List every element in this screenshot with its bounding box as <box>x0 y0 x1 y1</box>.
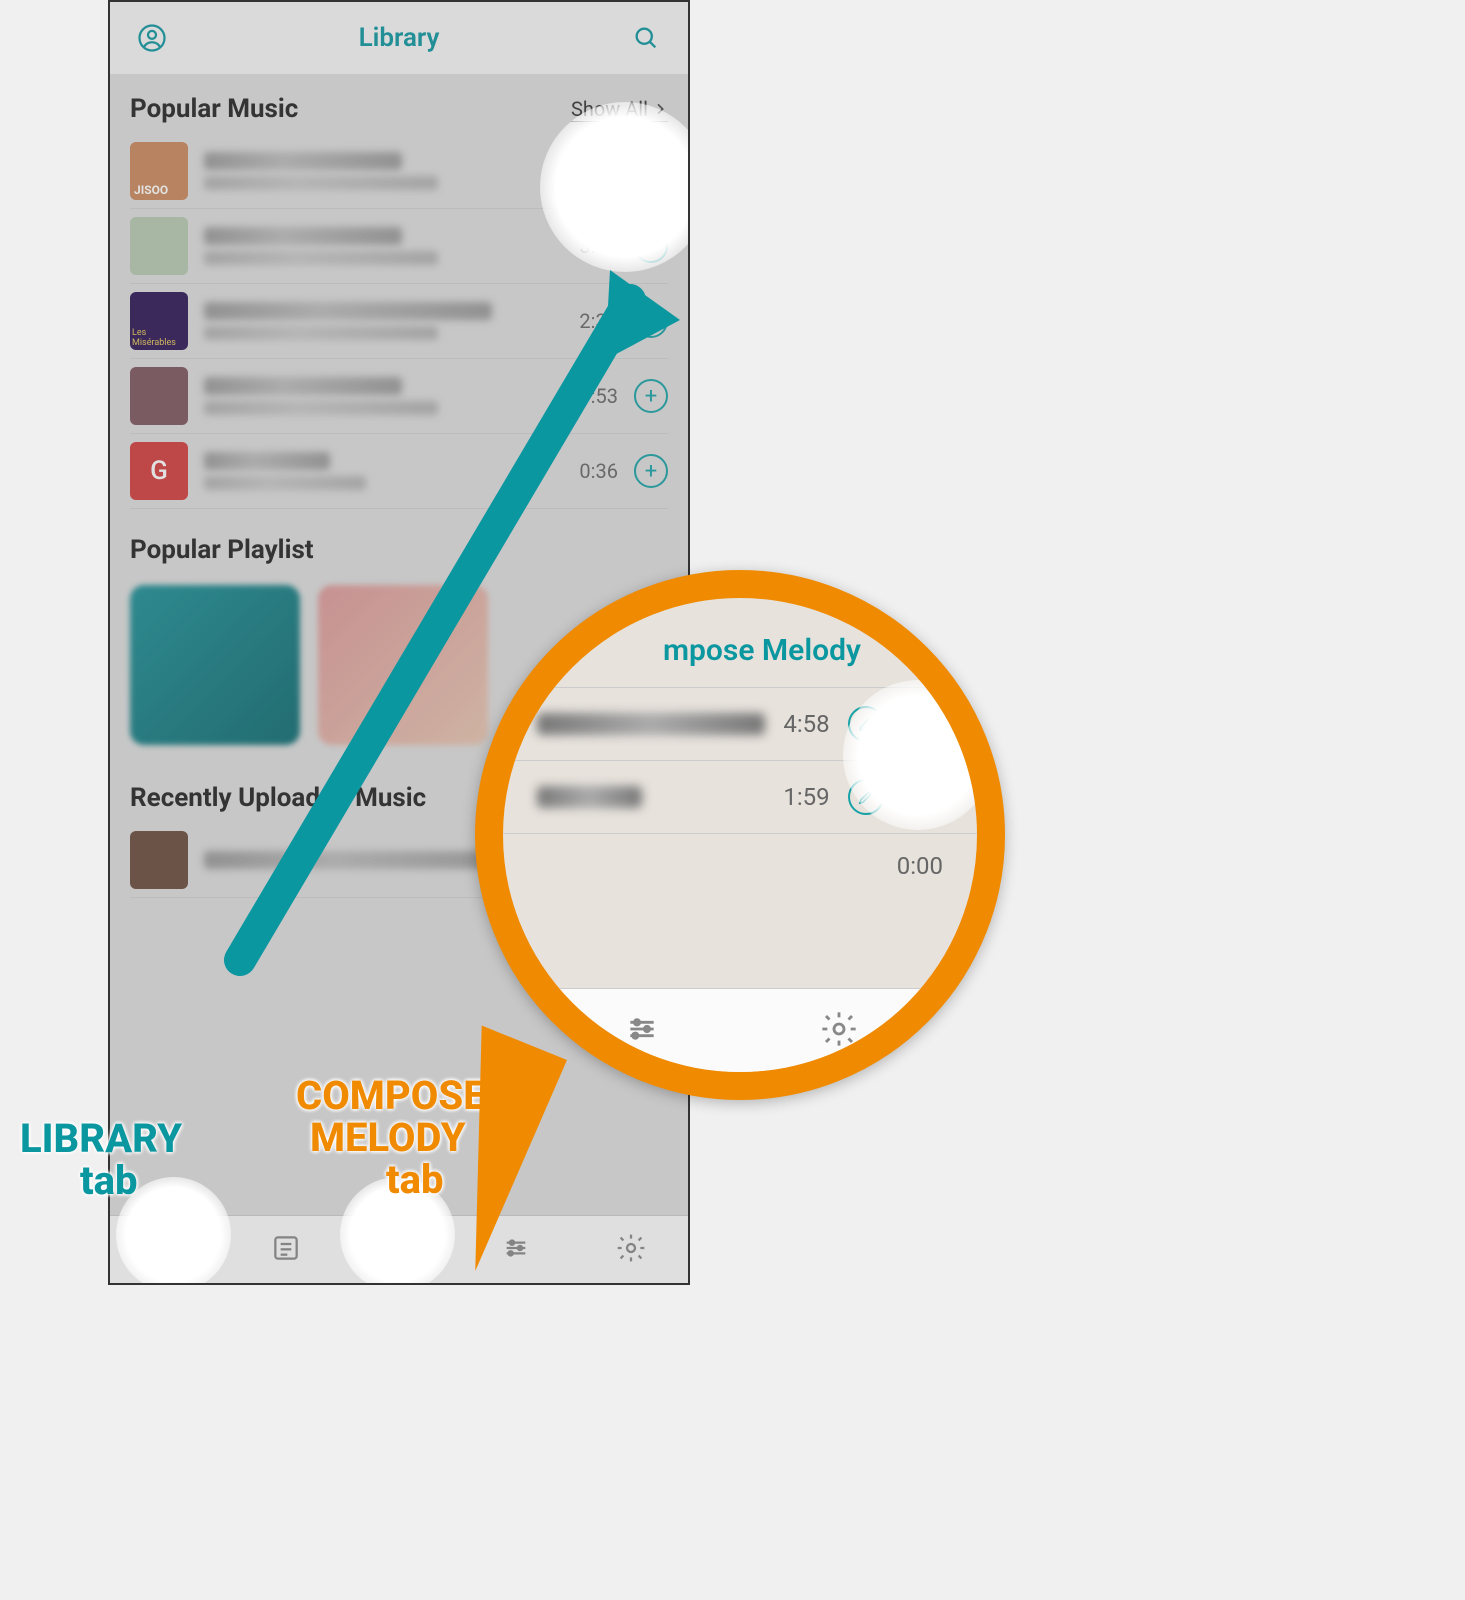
melody-duration: 1:59 <box>783 783 829 811</box>
add-track-button[interactable]: + <box>634 379 668 413</box>
annotation-text: tab <box>80 1157 138 1204</box>
tab-mixer[interactable] <box>622 1009 662 1053</box>
album-thumb: Les Misérables <box>130 292 188 350</box>
melody-duration: 0:00 <box>897 852 943 880</box>
melody-row[interactable]: 4:58 ••• <box>503 688 977 761</box>
track-row[interactable]: 3:35 + <box>130 209 668 284</box>
album-thumb: G <box>130 442 188 500</box>
chevron-right-icon <box>652 101 668 117</box>
track-duration: 0:36 <box>579 459 618 483</box>
tab-playlist[interactable] <box>270 1232 302 1268</box>
add-track-button[interactable]: + <box>634 454 668 488</box>
edit-melody-button[interactable] <box>848 779 884 815</box>
track-row[interactable]: JISOO 1:22 + <box>130 134 668 209</box>
magnifier-tabbar <box>503 988 977 1072</box>
tab-mixer[interactable] <box>500 1232 532 1268</box>
compose-melody-title: mpose Melody <box>663 633 861 668</box>
playlist-card[interactable] <box>130 585 300 745</box>
add-melody-button[interactable]: + <box>917 626 941 675</box>
search-icon[interactable] <box>628 20 664 56</box>
track-duration: 2:33 <box>579 309 618 333</box>
tab-settings[interactable] <box>819 1009 859 1053</box>
profile-icon[interactable] <box>134 20 170 56</box>
add-track-button[interactable]: + <box>634 304 668 338</box>
more-options-button[interactable]: ••• <box>902 707 943 742</box>
show-all-label: Show All <box>571 97 648 121</box>
annotation-library-tab: LIBRARY tab <box>20 1118 182 1202</box>
tab-library[interactable] <box>151 1230 187 1270</box>
popular-music-section: Popular Music Show All JISOO 1:22 + 3:35… <box>110 74 688 515</box>
add-track-button[interactable]: + <box>634 154 668 188</box>
bottom-tabbar <box>110 1215 688 1283</box>
more-options-button[interactable]: ••• <box>902 780 943 815</box>
album-thumb: JISOO <box>130 142 188 200</box>
tab-settings[interactable] <box>615 1232 647 1268</box>
melody-row[interactable]: 0:00 <box>503 834 977 898</box>
album-thumb <box>130 217 188 275</box>
track-row[interactable]: Les Misérables 2:33 + <box>130 284 668 359</box>
melody-row[interactable]: 1:59 ••• <box>503 761 977 834</box>
edit-melody-button[interactable] <box>848 706 884 742</box>
page-title: Library <box>359 23 440 53</box>
magnifier-compose-melody: mpose Melody + 4:58 ••• 1:59 ••• 0:00 <box>475 570 1005 1100</box>
show-all-link[interactable]: Show All <box>571 97 668 122</box>
track-duration: 3:35 <box>579 234 618 258</box>
annotation-text: LIBRARY <box>20 1115 182 1162</box>
section-title-recently-uploaded: Recently Uploaded Music <box>130 783 426 813</box>
track-duration: 1:53 <box>579 384 618 408</box>
compose-melody-header: mpose Melody + <box>503 598 977 688</box>
track-duration: 1:22 <box>579 159 618 183</box>
section-title-popular-music: Popular Music <box>130 94 298 124</box>
section-title-popular-playlist: Popular Playlist <box>130 535 314 565</box>
app-header: Library <box>110 2 688 74</box>
playlist-card[interactable] <box>318 585 488 745</box>
melody-duration: 4:58 <box>783 710 829 738</box>
track-row[interactable]: G 0:36 + <box>130 434 668 509</box>
album-thumb <box>130 367 188 425</box>
track-row[interactable]: 1:53 + <box>130 359 668 434</box>
add-track-button[interactable]: + <box>634 229 668 263</box>
album-thumb <box>130 831 188 889</box>
